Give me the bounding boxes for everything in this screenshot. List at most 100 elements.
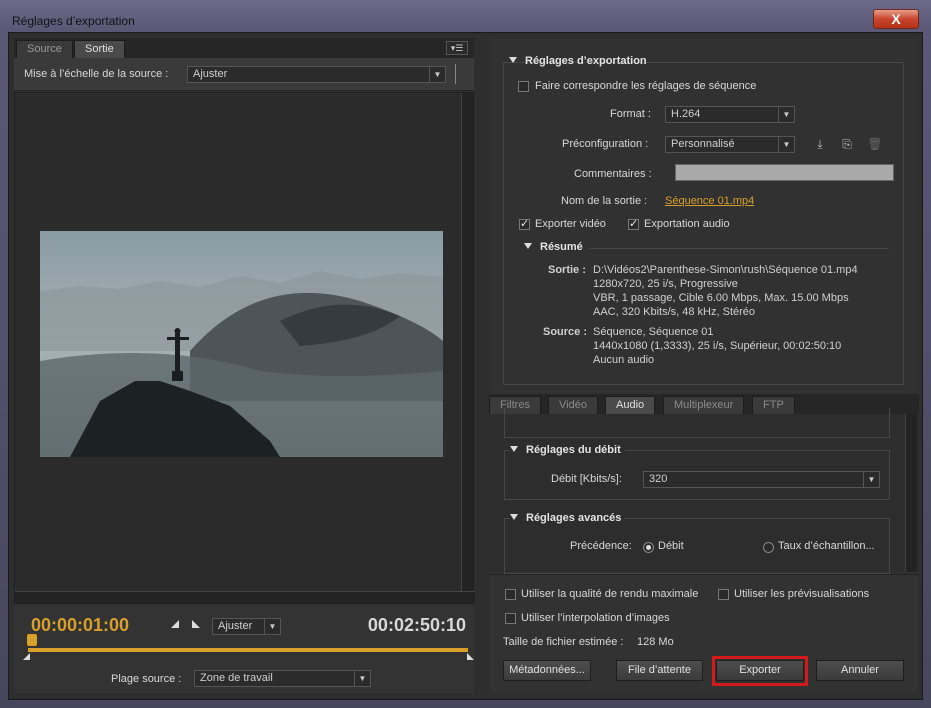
plage-dropdown[interactable]: Zone de travail ▼ bbox=[194, 670, 371, 687]
filesize-value: 128 Mo bbox=[637, 636, 674, 648]
precedence-sample-label: Taux d’échantillon... bbox=[778, 540, 875, 552]
filesize-label: Taille de fichier estimée : bbox=[503, 636, 624, 648]
scale-dropdown[interactable]: Ajuster ▼ bbox=[187, 66, 446, 83]
collapse-triangle-icon bbox=[509, 57, 517, 63]
bitrate-value: 320 bbox=[649, 473, 668, 485]
export-settings-title: Réglages d’exportation bbox=[525, 55, 647, 67]
export-video-checkbox[interactable] bbox=[519, 217, 530, 230]
previews-checkbox[interactable] bbox=[718, 589, 729, 600]
preview-tabs: Source Sortie ▾☰ bbox=[14, 38, 474, 58]
preview-panel: Source Sortie ▾☰ Mise à l’échelle de la … bbox=[14, 38, 475, 693]
match-sequence-checkbox[interactable] bbox=[518, 81, 529, 92]
summary-line: 1280x720, 25 i/s, Progressive bbox=[593, 278, 738, 290]
precedence-sample-radio[interactable] bbox=[763, 542, 774, 553]
source-range-track[interactable] bbox=[28, 648, 468, 652]
chevron-down-icon: ▼ bbox=[264, 619, 280, 634]
collapse-triangle-icon bbox=[510, 446, 518, 452]
audio-settings-area: Réglages du débit Débit [Kbits/s]: 320 ▼… bbox=[489, 408, 919, 574]
chevron-down-icon: ▼ bbox=[354, 671, 370, 686]
queue-button[interactable]: File d’attente bbox=[616, 660, 703, 681]
collapse-triangle-icon bbox=[524, 243, 532, 249]
divider bbox=[589, 248, 889, 249]
bitrate-label: Débit [Kbits/s]: bbox=[551, 473, 622, 485]
mark-in-icon[interactable] bbox=[171, 620, 179, 628]
chevron-down-icon: ▼ bbox=[429, 67, 445, 82]
previews-label: Utiliser les prévisualisations bbox=[734, 588, 870, 600]
dialog-client: Source Sortie ▾☰ Mise à l’échelle de la … bbox=[8, 32, 923, 700]
advanced-section-title: Réglages avancés bbox=[526, 512, 622, 524]
export-button[interactable]: Exporter bbox=[716, 660, 804, 681]
precedence-debit-radio[interactable] bbox=[643, 542, 654, 553]
preset-value: Personnalisé bbox=[671, 138, 735, 150]
summary-line: Aucun audio bbox=[593, 354, 655, 366]
export-video-label: Exporter vidéo bbox=[535, 218, 606, 230]
plage-label: Plage source : bbox=[111, 673, 182, 685]
chevron-down-icon: ▼ bbox=[778, 137, 794, 152]
bitrate-dropdown[interactable]: 320 ▼ bbox=[643, 471, 880, 488]
cancel-button[interactable]: Annuler bbox=[816, 660, 904, 681]
summary-source-lines: Séquence, Séquence 01 1440x1080 (1,3333)… bbox=[593, 325, 841, 367]
bottom-options: Utiliser la qualité de rendu maximale Ut… bbox=[489, 574, 919, 693]
comments-label: Commentaires : bbox=[574, 168, 652, 180]
summary-header[interactable]: Résumé bbox=[524, 241, 583, 253]
save-preset-icon[interactable]: ⤓ bbox=[812, 137, 828, 151]
viewer-vertical-scrollbar[interactable] bbox=[461, 93, 473, 593]
scale-label: Mise à l’échelle de la source : bbox=[24, 68, 169, 80]
format-label: Format : bbox=[610, 108, 651, 120]
max-quality-checkbox[interactable] bbox=[505, 589, 516, 600]
summary-line: Séquence, Séquence 01 bbox=[593, 326, 714, 338]
video-viewer bbox=[14, 92, 475, 604]
summary-line: VBR, 1 passage, Cible 6.00 Mbps, Max. 15… bbox=[593, 292, 849, 304]
panel-menu-icon[interactable]: ▾☰ bbox=[446, 41, 468, 55]
scale-row: Mise à l’échelle de la source : Ajuster … bbox=[14, 58, 474, 91]
settings-panel: Réglages d’exportation Faire correspondr… bbox=[489, 38, 919, 693]
mark-out-icon[interactable] bbox=[192, 620, 200, 628]
export-audio-checkbox[interactable] bbox=[628, 217, 639, 230]
comments-input[interactable] bbox=[675, 164, 894, 181]
close-button[interactable]: X bbox=[873, 9, 919, 29]
bitrate-section-title: Réglages du débit bbox=[526, 444, 621, 456]
zoom-value: Ajuster bbox=[218, 620, 253, 632]
video-frame bbox=[40, 231, 443, 457]
tab-source[interactable]: Source bbox=[16, 40, 73, 58]
video-image bbox=[40, 231, 443, 457]
scale-value: Ajuster bbox=[193, 68, 228, 80]
output-name-link[interactable]: Séquence 01.mp4 bbox=[665, 195, 754, 207]
window-frame: Réglages d’exportation X Source Sortie ▾… bbox=[0, 0, 931, 708]
timeline-bar: 00:00:01:00 Ajuster ▼ 00:02:50:10 Plage … bbox=[14, 606, 474, 693]
format-value: H.264 bbox=[671, 108, 701, 120]
summary-output-key: Sortie : bbox=[548, 264, 586, 276]
window-title: Réglages d’exportation bbox=[12, 14, 135, 28]
max-quality-label: Utiliser la qualité de rendu maximale bbox=[521, 588, 699, 600]
interpolation-checkbox[interactable] bbox=[505, 613, 516, 624]
format-dropdown[interactable]: H.264 ▼ bbox=[665, 106, 795, 123]
precedence-debit-label: Débit bbox=[658, 540, 684, 552]
bitrate-section-header[interactable]: Réglages du débit bbox=[510, 444, 625, 456]
chevron-down-icon: ▼ bbox=[863, 472, 879, 487]
tab-sortie[interactable]: Sortie bbox=[74, 40, 125, 58]
import-preset-icon[interactable]: ⎘ bbox=[839, 137, 855, 151]
zoom-dropdown[interactable]: Ajuster ▼ bbox=[212, 618, 281, 635]
duration-timecode: 00:02:50:10 bbox=[367, 615, 466, 635]
viewer-horizontal-scrollbar[interactable] bbox=[15, 591, 475, 603]
summary-title: Résumé bbox=[540, 241, 583, 253]
plage-value: Zone de travail bbox=[200, 672, 273, 684]
divider bbox=[455, 64, 456, 84]
settings-scrollbar[interactable] bbox=[905, 414, 917, 572]
current-timecode[interactable]: 00:00:01:00 bbox=[31, 615, 129, 636]
collapse-triangle-icon bbox=[510, 514, 518, 520]
range-end-handle[interactable] bbox=[467, 653, 474, 660]
delete-preset-icon[interactable]: 🗑 bbox=[867, 137, 883, 151]
preset-dropdown[interactable]: Personnalisé ▼ bbox=[665, 136, 795, 153]
advanced-section-header[interactable]: Réglages avancés bbox=[510, 512, 626, 524]
export-settings-header[interactable]: Réglages d’exportation bbox=[509, 55, 647, 67]
summary-output-lines: D:\Vidéos2\Parenthese-Simon\rush\Séquenc… bbox=[593, 263, 858, 319]
summary-line: 1440x1080 (1,3333), 25 i/s, Supérieur, 0… bbox=[593, 340, 842, 352]
summary-line: AAC, 320 Kbits/s, 48 kHz, Stéréo bbox=[593, 306, 756, 318]
output-name-label: Nom de la sortie : bbox=[561, 195, 648, 207]
range-start-handle[interactable] bbox=[23, 653, 30, 660]
metadata-button[interactable]: Métadonnées... bbox=[503, 660, 591, 681]
audio-format-box bbox=[504, 408, 890, 438]
chevron-down-icon: ▼ bbox=[778, 107, 794, 122]
playhead-handle[interactable] bbox=[27, 634, 37, 646]
